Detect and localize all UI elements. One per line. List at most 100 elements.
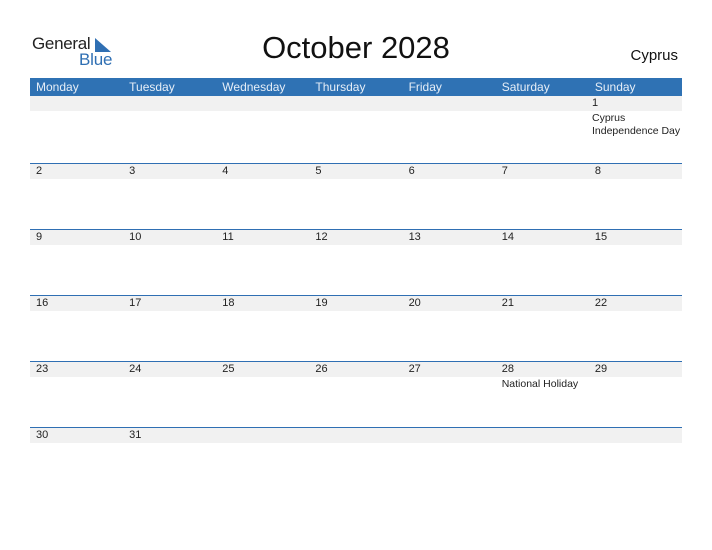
day-cell: 21 bbox=[495, 296, 589, 361]
day-cell: 1 Cyprus Independence Day bbox=[585, 96, 682, 163]
day-number: 2 bbox=[30, 164, 124, 179]
day-cell: 9 bbox=[30, 230, 124, 295]
day-number: 29 bbox=[588, 362, 682, 377]
day-number bbox=[588, 428, 682, 443]
day-number: 25 bbox=[216, 362, 310, 377]
weeks-container: 1 Cyprus Independence Day 2 3 4 5 6 7 8 9 10 11 12 13… bbox=[30, 96, 682, 493]
day-number: 7 bbox=[495, 164, 589, 179]
day-cell bbox=[122, 96, 216, 163]
day-cell: 18 bbox=[216, 296, 310, 361]
day-cell: 10 bbox=[123, 230, 217, 295]
country-label: Cyprus bbox=[630, 47, 678, 64]
day-cell bbox=[588, 428, 682, 493]
day-cell: 8 bbox=[588, 164, 682, 229]
day-cell: 2 bbox=[30, 164, 124, 229]
day-number: 8 bbox=[588, 164, 682, 179]
day-number: 19 bbox=[309, 296, 403, 311]
day-cell bbox=[307, 96, 401, 163]
weekday-label: Monday bbox=[36, 80, 79, 94]
day-cell: 11 bbox=[216, 230, 310, 295]
day-cell: 26 bbox=[309, 362, 403, 427]
day-number bbox=[309, 428, 403, 443]
day-number: 17 bbox=[123, 296, 217, 311]
day-number: 11 bbox=[216, 230, 310, 245]
calendar-grid: Monday Tuesday Wednesday Thursday Friday… bbox=[30, 78, 682, 493]
day-number: 28 bbox=[495, 362, 589, 377]
day-cell: 31 bbox=[123, 428, 217, 493]
day-number: 5 bbox=[309, 164, 403, 179]
day-number: 15 bbox=[588, 230, 682, 245]
day-number: 24 bbox=[123, 362, 217, 377]
day-cell: 29 bbox=[588, 362, 682, 427]
day-number: 6 bbox=[402, 164, 496, 179]
page-title: October 2028 bbox=[262, 30, 450, 65]
day-number: 23 bbox=[30, 362, 124, 377]
day-cell bbox=[400, 96, 494, 163]
week-row: 2345678 bbox=[30, 163, 682, 229]
day-number bbox=[493, 96, 586, 111]
day-cell: 25 bbox=[216, 362, 310, 427]
day-cell bbox=[216, 428, 310, 493]
day-cell: 5 bbox=[309, 164, 403, 229]
day-cell bbox=[309, 428, 403, 493]
day-cell: 3 bbox=[123, 164, 217, 229]
week-row: 1 Cyprus Independence Day bbox=[30, 96, 682, 163]
day-cell bbox=[495, 428, 589, 493]
day-number bbox=[307, 96, 401, 111]
week-row: 9 10 11 12 13 14 15 bbox=[30, 229, 682, 295]
week-row: 16 17 18 19 20 21 22 bbox=[30, 295, 682, 361]
day-cell: 6 bbox=[402, 164, 496, 229]
day-cell: 20 bbox=[402, 296, 496, 361]
day-number: 13 bbox=[402, 230, 496, 245]
day-number: 20 bbox=[402, 296, 496, 311]
day-number bbox=[400, 96, 494, 111]
day-number bbox=[402, 428, 496, 443]
day-number: 14 bbox=[495, 230, 589, 245]
day-number: 9 bbox=[30, 230, 124, 245]
day-number: 31 bbox=[123, 428, 217, 443]
day-number: 18 bbox=[216, 296, 310, 311]
day-cell: 28 National Holiday bbox=[495, 362, 589, 427]
day-number bbox=[122, 96, 216, 111]
day-number bbox=[215, 96, 308, 111]
week-row: 23 24 25 26 27 28 National Holiday 29 bbox=[30, 361, 682, 427]
day-number: 4 bbox=[216, 164, 310, 179]
day-number: 30 bbox=[30, 428, 124, 443]
day-number: 21 bbox=[495, 296, 589, 311]
day-cell: 22 bbox=[588, 296, 682, 361]
day-number: 16 bbox=[30, 296, 124, 311]
day-cell: 7 bbox=[495, 164, 589, 229]
day-number: 22 bbox=[588, 296, 682, 311]
weekday-label: Sunday bbox=[594, 80, 636, 94]
day-number: 10 bbox=[123, 230, 217, 245]
day-number: 3 bbox=[123, 164, 217, 179]
day-cell: 13 bbox=[402, 230, 496, 295]
day-number: 26 bbox=[309, 362, 403, 377]
day-number: 27 bbox=[402, 362, 496, 377]
day-number bbox=[495, 428, 589, 443]
day-cell: 17 bbox=[123, 296, 217, 361]
day-cell: 12 bbox=[309, 230, 403, 295]
day-cell: 24 bbox=[123, 362, 217, 427]
day-number: 12 bbox=[309, 230, 403, 245]
day-cell: 14 bbox=[495, 230, 589, 295]
day-cell: 30 bbox=[30, 428, 124, 493]
day-cell: 19 bbox=[309, 296, 403, 361]
weekday-label: Tuesday bbox=[129, 80, 175, 94]
day-number bbox=[216, 428, 310, 443]
weekday-label: Thursday bbox=[315, 80, 366, 94]
day-cell: 16 bbox=[30, 296, 124, 361]
weekday-header: Monday Tuesday Wednesday Thursday Friday… bbox=[30, 78, 682, 96]
day-number bbox=[30, 96, 123, 111]
weekday-label: Saturday bbox=[501, 80, 550, 94]
day-cell: 27 bbox=[402, 362, 496, 427]
holiday-label: National Holiday bbox=[501, 378, 579, 390]
day-cell bbox=[402, 428, 496, 493]
day-cell: 23 bbox=[30, 362, 124, 427]
holiday-label: Cyprus Independence Day bbox=[591, 112, 681, 137]
day-cell bbox=[30, 96, 123, 163]
week-row: 30 31 bbox=[30, 427, 682, 493]
weekday-label: Friday bbox=[408, 80, 442, 94]
day-cell bbox=[493, 96, 586, 163]
day-cell: 4 bbox=[216, 164, 310, 229]
